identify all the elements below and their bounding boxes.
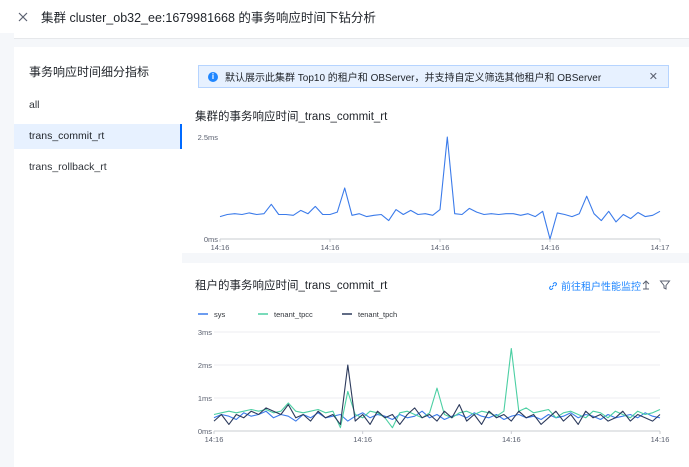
cluster-chart-title: 集群的事务响应时间_trans_commit_rt — [195, 111, 388, 123]
tenant-chart-title: 租户的事务响应时间_trans_commit_rt — [195, 280, 388, 292]
tenant-monitor-link[interactable]: 前往租户性能监控 — [548, 278, 641, 293]
x-tick-label: 14:16 — [205, 435, 224, 444]
drawer-header: 集群 cluster_ob32_ee:1679981668 的事务响应时间下钻分… — [0, 0, 689, 33]
y-tick-label: 3ms — [198, 328, 212, 337]
series-line-sys — [213, 410, 661, 422]
alert-close-icon[interactable]: ✕ — [649, 70, 658, 83]
info-icon: i — [208, 71, 218, 82]
alert-text: 默认展示此集群 Top10 的租户和 OBServer，并支持自定义筛选其他租户… — [225, 73, 602, 84]
filter-icon[interactable] — [659, 279, 671, 291]
x-tick-label: 14:16 — [353, 435, 372, 444]
tenant-rt-chart: sys tenant_tpcc tenant_tpch0ms1ms2ms3ms14:… — [198, 310, 670, 444]
sidebar-item-trans-commit-rt[interactable]: trans_commit_rt — [14, 124, 182, 149]
legend-label: sys — [214, 310, 226, 319]
cluster-rt-chart: 0ms2.5ms14:16 14:16 14:16 14:16 14:17 — [198, 133, 670, 252]
main-panel: i 默认展示此集群 Top10 的租户和 OBServer，并支持自定义筛选其他… — [182, 47, 689, 467]
x-tick-label: 14:16 — [541, 243, 560, 252]
close-icon — [18, 12, 28, 21]
x-tick-label: 14:16 — [321, 243, 340, 252]
series-line-series — [219, 136, 661, 240]
page-title: 集群 cluster_ob32_ee:1679981668 的事务响应时间下钻分… — [41, 11, 376, 25]
series-line-tenant_tpch — [213, 364, 661, 425]
info-alert: i 默认展示此集群 Top10 的租户和 OBServer，并支持自定义筛选其他… — [198, 65, 669, 88]
y-tick-label: 2.5ms — [198, 133, 219, 142]
x-tick-label: 14:17 — [651, 243, 670, 252]
tenant-monitor-link-label: 前往租户性能监控 — [561, 282, 641, 293]
x-tick-label: 14:16 — [211, 243, 230, 252]
y-tick-label: 1ms — [198, 394, 212, 403]
metric-sidebar: 事务响应时间细分指标 all trans_commit_rt trans_rol… — [14, 47, 183, 467]
x-tick-label: 14:16 — [502, 435, 521, 444]
x-tick-label: 14:16 — [651, 435, 670, 444]
top-strip — [14, 33, 689, 39]
legend-label: tenant_tpch — [358, 310, 397, 319]
legend-label: tenant_tpcc — [274, 310, 313, 319]
pin-icon[interactable] — [640, 279, 652, 291]
link-icon — [549, 281, 557, 290]
close-button[interactable] — [15, 9, 31, 25]
sidebar-item-trans-rollback-rt[interactable]: trans_rollback_rt — [14, 155, 182, 180]
sidebar-item-all[interactable]: all — [14, 93, 182, 118]
y-tick-label: 2ms — [198, 361, 212, 370]
x-tick-label: 14:16 — [431, 243, 450, 252]
section-divider — [182, 253, 689, 263]
sidebar-title: 事务响应时间细分指标 — [29, 65, 150, 79]
